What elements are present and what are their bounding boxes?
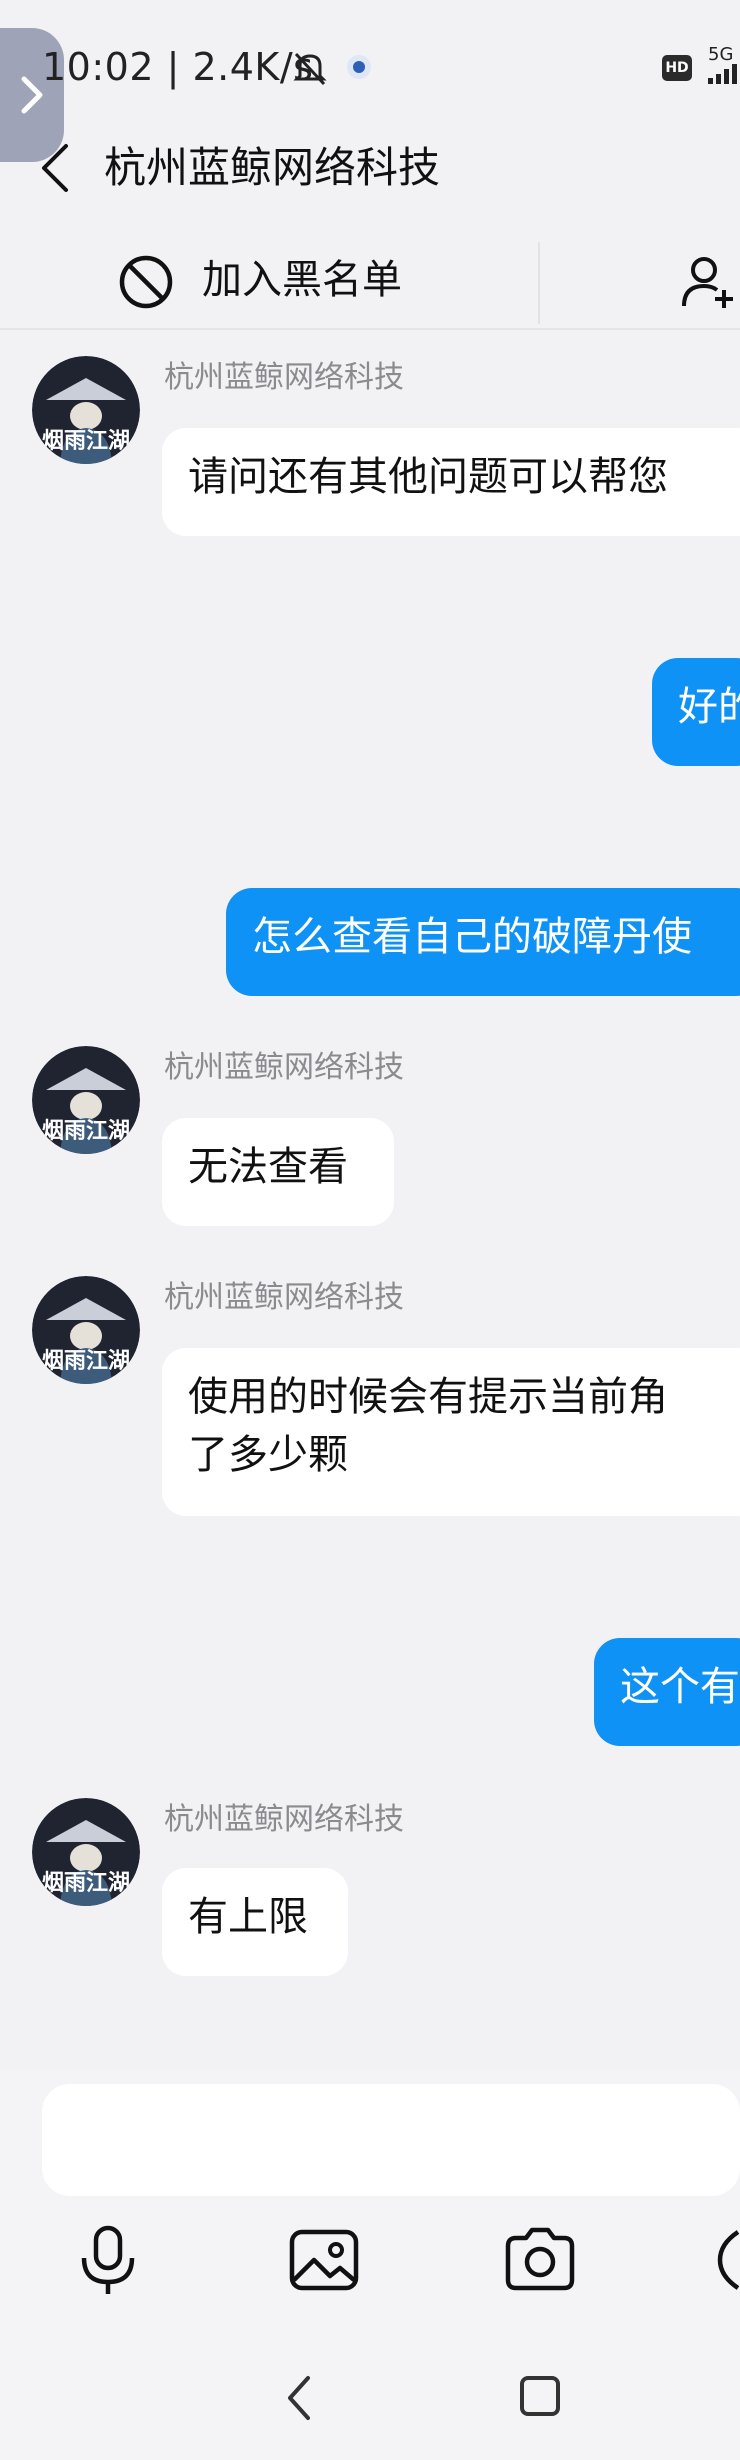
hd-badge: HD xyxy=(662,55,692,81)
microphone-icon[interactable] xyxy=(68,2220,148,2300)
outgoing-message-bubble[interactable]: 好的 xyxy=(652,658,740,766)
sender-name: 杭州蓝鲸网络科技 xyxy=(164,360,404,395)
notification-muted-icon xyxy=(293,52,327,86)
camera-icon[interactable] xyxy=(500,2220,580,2300)
message-text: 好的 xyxy=(678,684,740,730)
avatar[interactable]: 烟雨江湖 xyxy=(32,1046,140,1154)
message-text-line: 使用的时候会有提示当前角 xyxy=(188,1374,668,1420)
svg-text:烟雨江湖: 烟雨江湖 xyxy=(42,1349,130,1374)
outgoing-message-bubble[interactable]: 这个有 xyxy=(594,1638,740,1746)
svg-text:烟雨江湖: 烟雨江湖 xyxy=(42,1871,130,1896)
message-text: 怎么查看自己的破障丹使 xyxy=(252,914,692,960)
page-title: 杭州蓝鲸网络科技 xyxy=(104,143,441,192)
emoji-icon[interactable] xyxy=(716,2220,740,2300)
add-user-icon[interactable] xyxy=(680,254,740,310)
message-text: 无法查看 xyxy=(188,1144,348,1190)
message-text: 请问还有其他问题可以帮您 xyxy=(188,454,668,500)
incoming-message-bubble[interactable]: 无法查看 xyxy=(162,1118,394,1226)
svg-text:烟雨江湖: 烟雨江湖 xyxy=(42,429,130,454)
home-nav-icon[interactable] xyxy=(518,2374,562,2418)
message-input[interactable] xyxy=(42,2084,740,2196)
add-to-blacklist-button[interactable]: 加入黑名单 xyxy=(202,250,402,310)
avatar[interactable]: 烟雨江湖 xyxy=(32,1798,140,1906)
message-text: 这个有 xyxy=(620,1664,740,1710)
block-icon[interactable] xyxy=(118,254,174,310)
image-icon[interactable] xyxy=(284,2220,364,2300)
sender-name: 杭州蓝鲸网络科技 xyxy=(164,1802,404,1837)
incoming-message-bubble[interactable]: 有上限 xyxy=(162,1868,348,1976)
sender-name: 杭州蓝鲸网络科技 xyxy=(164,1280,404,1315)
avatar[interactable]: 烟雨江湖 xyxy=(32,1276,140,1384)
svg-text:烟雨江湖: 烟雨江湖 xyxy=(42,1119,130,1144)
action-divider xyxy=(538,242,540,324)
message-text-line: 了多少颗 xyxy=(188,1432,348,1478)
signal-icon xyxy=(708,64,737,84)
incoming-message-bubble[interactable]: 使用的时候会有提示当前角 了多少颗 xyxy=(162,1348,740,1516)
avatar[interactable]: 烟雨江湖 xyxy=(32,356,140,464)
back-arrow-icon[interactable] xyxy=(36,138,76,198)
message-text: 有上限 xyxy=(188,1894,308,1940)
back-nav-icon[interactable] xyxy=(280,2370,320,2426)
incoming-message-bubble[interactable]: 请问还有其他问题可以帮您 xyxy=(162,428,740,536)
header-divider xyxy=(0,328,740,330)
outgoing-message-bubble[interactable]: 怎么查看自己的破障丹使 xyxy=(226,888,740,996)
app-notification-icon xyxy=(347,55,371,79)
network-5g-label: 5G xyxy=(708,44,734,65)
sender-name: 杭州蓝鲸网络科技 xyxy=(164,1050,404,1085)
status-time-speed: 10:02 | 2.4K/s xyxy=(42,45,314,89)
